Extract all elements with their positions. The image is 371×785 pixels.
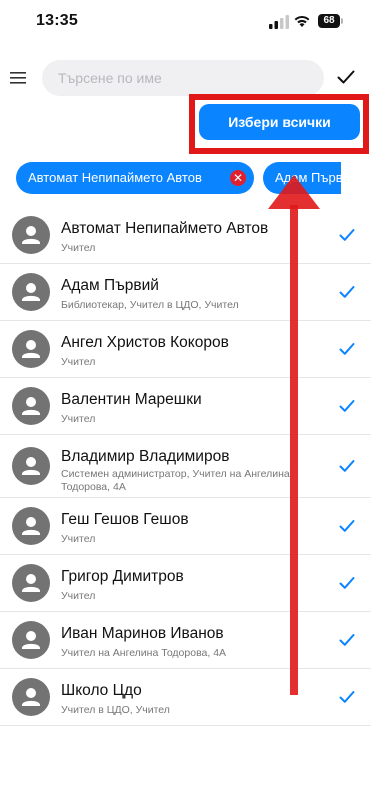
person-icon [22,631,40,649]
avatar [12,564,50,602]
avatar [12,621,50,659]
check-icon [339,400,355,412]
person-role: Учител [61,590,96,602]
select-all-button[interactable]: Избери всички [199,104,360,140]
person-name: Владимир Владимиров [61,448,230,465]
person-icon [22,574,40,592]
remove-chip-icon[interactable]: ✕ [230,170,246,186]
wifi-icon [294,15,310,27]
avatar [12,216,50,254]
check-icon [339,286,355,298]
check-icon [339,520,355,532]
person-role: Учител [61,533,96,545]
person-icon [22,688,40,706]
check-icon [339,577,355,589]
confirm-check-icon[interactable] [337,69,355,85]
person-name: Геш Гешов Гешов [61,511,189,528]
person-icon [22,226,40,244]
person-icon [22,457,40,475]
check-icon [339,634,355,646]
person-role: Учител [61,413,96,425]
search-placeholder: Търсене по име [58,70,162,86]
person-name: Ангел Христов Кокоров [61,334,229,351]
avatar [12,507,50,545]
person-name: Школо Цдо [61,682,142,699]
red-arrow-annotation [268,175,320,695]
top-bar: Търсене по име [0,58,371,98]
check-icon [339,691,355,703]
avatar [12,330,50,368]
avatar [12,447,50,485]
person-name: Адам Първий [61,277,159,294]
person-icon [22,340,40,358]
person-name: Григор Димитров [61,568,184,585]
battery-indicator: 68 [318,14,343,28]
person-role: Библиотекар, Учител в ЦДО, Учител [61,299,239,311]
avatar [12,273,50,311]
person-role: Учител [61,356,96,368]
hamburger-menu-icon[interactable] [10,71,28,85]
selected-chip[interactable]: Автомат Непипаймето Автов ✕ [16,162,254,194]
person-role: Учител [61,242,96,254]
status-time: 13:35 [36,12,78,29]
chip-label: Автомат Непипаймето Автов [28,170,202,185]
check-icon [339,460,355,472]
person-name: Иван Маринов Иванов [61,625,224,642]
person-icon [22,397,40,415]
person-role: Учител в ЦДО, Учител [61,704,170,716]
check-icon [339,229,355,241]
person-name: Валентин Марешки [61,391,202,408]
person-role: Учител на Ангелина Тодорова, 4А [61,647,227,659]
search-input[interactable]: Търсене по име [42,60,324,96]
person-name: Автомат Непипаймето Автов [61,220,269,237]
avatar [12,678,50,716]
cellular-signal-icon [269,15,289,29]
status-bar: 13:35 68 [0,0,371,48]
check-icon [339,343,355,355]
person-icon [22,517,40,535]
person-icon [22,283,40,301]
avatar [12,387,50,425]
